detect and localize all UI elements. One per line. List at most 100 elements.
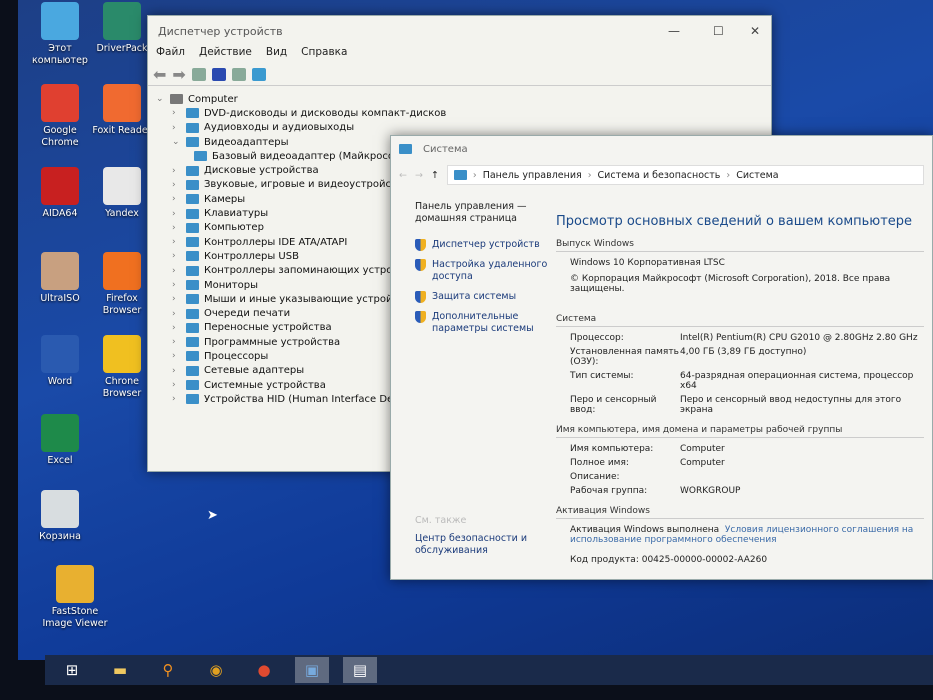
expand-icon[interactable]: › bbox=[172, 366, 186, 376]
info-row: Имя компьютера: Computer bbox=[570, 444, 924, 454]
expand-icon[interactable]: › bbox=[172, 123, 186, 133]
expand-icon[interactable]: › bbox=[172, 166, 186, 176]
tree-label: Камеры bbox=[204, 193, 246, 205]
task-link-label: Диспетчер устройств bbox=[432, 239, 540, 250]
system-info: Просмотр основных сведений о вашем компь… bbox=[556, 214, 924, 565]
info-value: Intel(R) Pentium(R) CPU G2010 @ 2.80GHz … bbox=[680, 333, 918, 343]
yandex-icon[interactable]: ● bbox=[247, 657, 281, 683]
breadcrumb-item[interactable]: Система и безопасность bbox=[598, 170, 721, 181]
device-icon bbox=[194, 151, 207, 162]
expand-icon[interactable]: › bbox=[172, 309, 186, 319]
menu-item[interactable]: Действие bbox=[199, 46, 252, 64]
app-icon bbox=[103, 252, 141, 290]
help-icon[interactable] bbox=[211, 68, 226, 81]
info-value: 4,00 ГБ (3,89 ГБ доступно) bbox=[680, 347, 807, 357]
tree-item[interactable]: › Аудиовходы и аудиовыходы bbox=[156, 121, 446, 135]
expand-icon[interactable]: › bbox=[172, 380, 186, 390]
info-value: 64-разрядная операционная система, проце… bbox=[680, 371, 914, 391]
up-icon[interactable]: ↑ bbox=[431, 170, 439, 181]
app-icon bbox=[103, 84, 141, 122]
expand-icon[interactable]: › bbox=[172, 251, 186, 261]
device-icon bbox=[186, 280, 199, 290]
collapse-icon[interactable]: ⌄ bbox=[156, 94, 170, 104]
expand-icon[interactable]: › bbox=[172, 237, 186, 247]
expand-icon[interactable]: › bbox=[172, 337, 186, 347]
device-icon bbox=[186, 237, 199, 248]
expand-icon[interactable]: › bbox=[172, 180, 186, 190]
file-explorer-icon[interactable]: ▬ bbox=[103, 657, 137, 683]
device-icon bbox=[186, 194, 199, 205]
task-link[interactable]: Настройка удаленного доступа bbox=[415, 259, 555, 283]
info-label: Процессор: bbox=[570, 333, 624, 343]
info-value: WORKGROUP bbox=[680, 486, 741, 496]
expand-icon[interactable]: › bbox=[172, 223, 186, 233]
app-icon bbox=[41, 414, 79, 452]
chrome-icon[interactable]: ◉ bbox=[199, 657, 233, 683]
app-icon bbox=[41, 84, 79, 122]
device-icon bbox=[186, 222, 199, 233]
info-label: Полное имя: bbox=[570, 458, 629, 468]
security-center-link[interactable]: Центр безопасности и обслуживания bbox=[415, 533, 555, 557]
start-button[interactable]: ⊞ bbox=[55, 657, 89, 683]
task-link[interactable]: Защита системы bbox=[415, 291, 555, 303]
desktop-icon[interactable]: Корзина bbox=[25, 490, 95, 543]
back-icon[interactable]: ← bbox=[399, 170, 407, 181]
desktop-icon[interactable]: Excel bbox=[25, 414, 95, 467]
info-row: Рабочая группа: WORKGROUP bbox=[570, 486, 924, 496]
back-icon[interactable]: ⬅ bbox=[153, 65, 166, 84]
section-activation: Активация Windows bbox=[556, 506, 924, 519]
section-system: Система bbox=[556, 314, 924, 327]
expand-icon[interactable]: › bbox=[172, 266, 186, 276]
expand-icon[interactable]: › bbox=[172, 294, 186, 304]
expand-icon[interactable]: › bbox=[172, 394, 186, 404]
expand-icon[interactable]: › bbox=[172, 108, 186, 118]
desktop-icon[interactable]: UltraISO bbox=[25, 252, 95, 305]
device-manager-taskbar-button[interactable]: ▤ bbox=[343, 657, 377, 683]
scan-hardware-icon[interactable] bbox=[251, 68, 266, 81]
shield-icon bbox=[415, 259, 426, 271]
desktop-icon[interactable]: Word bbox=[25, 335, 95, 388]
expand-icon[interactable]: › bbox=[172, 323, 186, 333]
maximize-button[interactable]: ☐ bbox=[713, 24, 724, 38]
app-icon bbox=[103, 2, 141, 40]
task-link-label: Дополнительные параметры системы bbox=[432, 311, 534, 334]
device-icon bbox=[186, 308, 199, 319]
expand-icon[interactable]: › bbox=[172, 194, 186, 204]
breadcrumb-item[interactable]: Панель управления bbox=[483, 170, 582, 181]
expand-icon[interactable]: › bbox=[172, 209, 186, 219]
device-icon bbox=[186, 179, 199, 190]
expand-icon[interactable]: › bbox=[172, 351, 186, 361]
collapse-icon[interactable]: ⌄ bbox=[172, 137, 186, 147]
breadcrumb[interactable]: › Панель управления › Система и безопасност… bbox=[446, 165, 924, 185]
task-link[interactable]: Диспетчер устройств bbox=[415, 239, 555, 251]
desktop-icon[interactable]: Этот компьютер bbox=[25, 2, 95, 67]
control-panel-home-link[interactable]: Панель управления — домашняя страница bbox=[415, 201, 555, 225]
forward-icon[interactable]: ➡ bbox=[172, 65, 185, 84]
tree-item[interactable]: › DVD-дисководы и дисководы компакт-диско… bbox=[156, 106, 446, 120]
minimize-button[interactable]: — bbox=[668, 24, 680, 38]
close-button[interactable]: ✕ bbox=[750, 24, 760, 38]
info-label: Тип системы: bbox=[570, 371, 634, 381]
desktop-icon[interactable]: FastStone Image Viewer bbox=[40, 565, 110, 630]
info-row: Полное имя: Computer bbox=[570, 458, 924, 468]
system-taskbar-button[interactable]: ▣ bbox=[295, 657, 329, 683]
desktop-icon[interactable]: Google Chrome bbox=[25, 84, 95, 149]
menu-item[interactable]: Файл bbox=[156, 46, 185, 64]
tree-root[interactable]: ⌄ Computer bbox=[156, 92, 446, 106]
desktop-icon[interactable]: AIDA64 bbox=[25, 167, 95, 220]
menu-item[interactable]: Вид bbox=[266, 46, 287, 64]
search-icon[interactable]: ⚲ bbox=[151, 657, 185, 683]
task-link[interactable]: Дополнительные параметры системы bbox=[415, 311, 555, 335]
see-also-label: См. также bbox=[415, 515, 467, 526]
expand-icon[interactable]: › bbox=[172, 280, 186, 290]
forward-icon[interactable]: → bbox=[415, 170, 423, 181]
desktop-icon-label: AIDA64 bbox=[42, 208, 78, 219]
tree-label: Звуковые, игровые и видеоустройства bbox=[204, 179, 409, 191]
breadcrumb-item[interactable]: Система bbox=[736, 170, 778, 181]
device-icon bbox=[186, 394, 199, 405]
info-value: Перо и сенсорный ввод недоступны для это… bbox=[680, 395, 902, 415]
properties-icon[interactable] bbox=[191, 68, 206, 81]
menu-item[interactable]: Справка bbox=[301, 46, 347, 64]
device-icon bbox=[186, 122, 199, 133]
view-icon[interactable] bbox=[231, 68, 246, 81]
